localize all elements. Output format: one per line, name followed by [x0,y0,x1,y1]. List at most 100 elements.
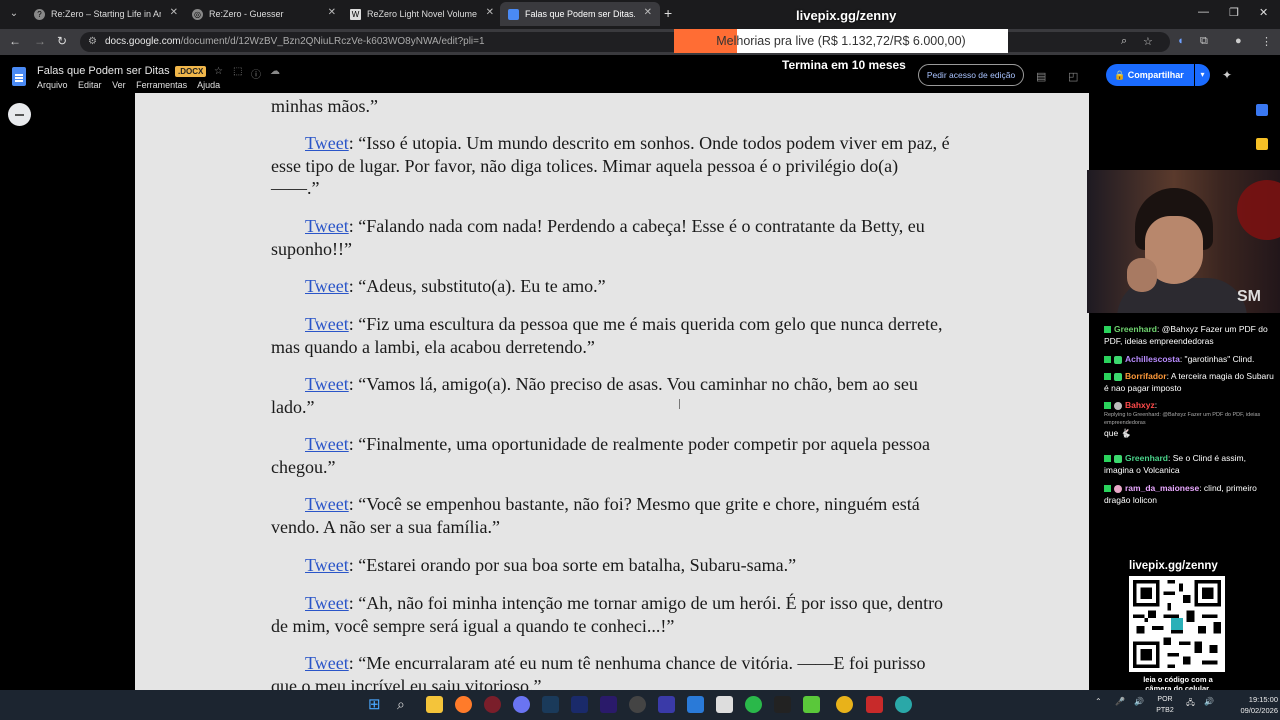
steam-icon[interactable] [542,696,559,713]
tab-falas-docx[interactable]: Falas que Podem ser Ditas.docx ✕ [500,2,660,26]
menu-ver[interactable]: Ver [112,80,126,90]
language-indicator[interactable]: POR PTB2 [1152,694,1178,716]
docx-badge: .DOCX [175,66,207,77]
tab-rezero-wiki[interactable]: ? Re:Zero – Starting Life in Anoth ✕ [26,2,186,26]
app-red2-icon[interactable] [866,696,883,713]
sub-badge-icon [1114,372,1122,381]
tray-network-icon[interactable]: 🖧 [1186,697,1195,711]
meet-icon[interactable]: ◰ [1068,70,1078,83]
menu-editar[interactable]: Editar [78,80,102,90]
star-icon[interactable]: ☆ [214,66,223,77]
browser-tab-strip: ⌄ ? Re:Zero – Starting Life in Anoth ✕ ◎… [0,0,1280,29]
photoshop-icon[interactable] [571,696,588,713]
mod-badge-icon [1104,402,1111,410]
tweet-text: : “Ah, não foi minha intenção me tornar … [271,593,944,636]
tab-search-icon[interactable]: ⌄ [6,6,22,22]
emote-icon: 🐇 [1120,428,1132,438]
tray-arrow-icon[interactable]: ⌃ [1095,697,1102,706]
url-text: docs.google.com/document/d/12WzBV_Bzn2QN… [105,36,485,47]
tab-rezero-guesser[interactable]: ◎ Re:Zero - Guesser ✕ [184,2,344,26]
app-dark-icon[interactable] [774,696,791,713]
outline-pane [0,93,135,690]
app-lime-icon[interactable] [803,696,820,713]
app-red-icon[interactable] [484,696,501,713]
app-white-icon[interactable] [716,696,733,713]
new-tab-icon[interactable]: + [664,5,672,21]
tweet-link[interactable]: Tweet [305,653,349,673]
media-player-icon[interactable] [658,696,675,713]
bookmark-star-icon[interactable]: ☆ [1143,35,1153,48]
wikipedia-favicon-icon: W [350,8,361,20]
request-edit-button[interactable]: Pedir acesso de edição [918,64,1024,86]
app-blue-icon[interactable] [687,696,704,713]
firefox-icon[interactable] [455,696,472,713]
profile-avatar-icon[interactable]: ● [1235,35,1242,47]
tweet-paragraph: Tweet: “Você se empenhou bastante, não f… [271,493,951,538]
menu-arquivo[interactable]: Arquivo [37,80,68,90]
obs-icon[interactable] [629,696,646,713]
tweet-link[interactable]: Tweet [305,133,349,153]
close-tab-icon[interactable]: ✕ [170,7,178,18]
webcam-background-text: SM [1237,288,1261,305]
calendar-icon[interactable] [1256,104,1268,116]
browser-menu-icon[interactable]: ⋮ [1261,35,1272,48]
tweet-link[interactable]: Tweet [305,593,349,613]
tray-mic-icon[interactable]: 🎤 [1115,697,1125,706]
tab-title: Falas que Podem ser Ditas.docx [525,9,635,19]
share-dropdown-icon[interactable]: ▾ [1195,64,1210,86]
premiere-icon[interactable] [600,696,617,713]
minimize-icon[interactable]: — [1198,6,1209,18]
screen: { "browser": { "tabs": [ {"title": "Re:Z… [0,0,1280,720]
file-explorer-icon[interactable] [426,696,443,713]
app-green-icon[interactable] [745,696,762,713]
app-teal-icon[interactable] [895,696,912,713]
chrome-icon[interactable] [836,696,853,713]
discord-icon[interactable] [513,696,530,713]
zoom-icon[interactable]: ⌕ [1121,35,1127,48]
forward-icon[interactable]: → [34,34,46,48]
document-title[interactable]: Falas que Podem ser Ditas [37,65,170,77]
move-folder-icon[interactable]: ⬚ [233,66,242,77]
tweet-link[interactable]: Tweet [305,374,349,394]
site-info-icon[interactable]: ⚙ [88,36,97,47]
tweet-link[interactable]: Tweet [305,216,349,236]
clock[interactable]: 19:15:00 09/02/2026 [1222,694,1278,716]
tweet-text: : “Estarei orando por sua boa sorte em b… [348,555,797,575]
start-icon[interactable]: ⊞ [368,696,385,713]
outline-toggle-button[interactable] [8,103,31,126]
tweet-link[interactable]: Tweet [305,276,349,296]
mod-badge-icon [1104,373,1111,381]
tweet-text: : “Isso é utopia. Um mundo descrito em s… [271,133,950,198]
reload-icon[interactable]: ↻ [57,34,67,48]
menu-ferramentas[interactable]: Ferramentas [136,80,187,90]
maximize-icon[interactable]: ❐ [1229,6,1239,19]
comments-icon[interactable]: ▤ [1036,70,1046,83]
chat-message: ram_da_maionese: clind, primeiro dragão … [1104,483,1257,505]
tweet-link[interactable]: Tweet [305,314,349,334]
docs-logo-icon[interactable] [12,67,26,86]
close-tab-icon[interactable]: ✕ [644,7,652,18]
tweet-link[interactable]: Tweet [305,494,349,514]
back-icon[interactable]: ← [9,34,21,48]
keep-icon[interactable] [1256,138,1268,150]
menu-ajuda[interactable]: Ajuda [197,80,220,90]
user-badge-icon [1114,401,1122,410]
tweet-link[interactable]: Tweet [305,555,349,575]
close-window-icon[interactable]: ✕ [1259,6,1268,19]
gemini-icon[interactable]: ✦ [1222,68,1232,82]
share-button[interactable]: 🔒 Compartilhar [1106,64,1194,86]
tray-sound-icon[interactable]: 🔊 [1204,697,1214,706]
docs-header: Falas que Podem ser Ditas .DOCX ☆ ⬚ ⓘ ☁ … [0,55,1280,93]
tab-rezero-ln[interactable]: W ReZero Light Novel Volume 39 ✕ [342,2,502,26]
info-icon[interactable]: ⓘ [251,66,261,81]
close-tab-icon[interactable]: ✕ [486,7,494,18]
search-icon[interactable]: ⌕ [397,696,414,713]
extension-icon[interactable]: ◖ [1177,35,1184,47]
close-tab-icon[interactable]: ✕ [328,7,336,18]
tweet-link[interactable]: Tweet [305,434,349,454]
tweet-text: : “Vamos lá, amigo(a). Não preciso de as… [271,374,918,417]
chat-message: Bahxyz: Replying to Greenhard: @Bahxyz Fa… [1104,399,1274,439]
tray-volume-icon[interactable]: 🔊 [1134,697,1144,706]
extensions-puzzle-icon[interactable]: ⧉ [1200,35,1208,48]
chat-reply-context: Replying to Greenhard: @Bahxyz Fazer um … [1104,412,1261,426]
